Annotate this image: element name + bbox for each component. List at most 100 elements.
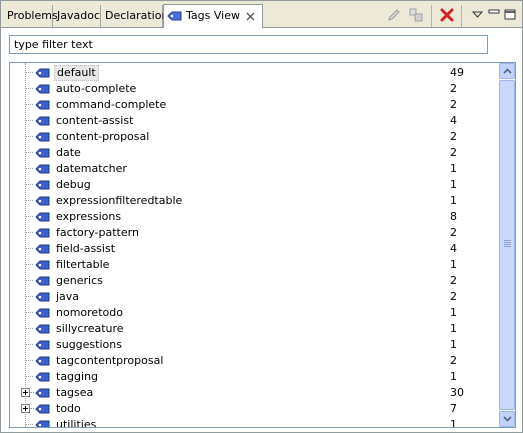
tag-name: utilities bbox=[56, 418, 97, 427]
tag-name: datematcher bbox=[56, 162, 127, 175]
tree-branch-line bbox=[25, 88, 33, 89]
tag-icon bbox=[35, 228, 50, 238]
tab-declaration[interactable]: Declaration bbox=[101, 5, 168, 27]
tag-row[interactable]: tagsea 30 bbox=[10, 385, 498, 401]
tag-row[interactable]: command-complete 2 bbox=[10, 97, 498, 113]
tag-count: 2 bbox=[450, 226, 457, 239]
tag-name: tagging bbox=[56, 370, 99, 383]
tree-branch-line bbox=[25, 376, 33, 377]
tag-icon bbox=[35, 356, 50, 366]
tag-name: generics bbox=[56, 274, 103, 287]
tag-name: sillycreature bbox=[56, 322, 124, 335]
tag-icon bbox=[167, 11, 182, 21]
tag-row[interactable]: expressionfilteredtable 1 bbox=[10, 193, 498, 209]
scroll-grip bbox=[504, 246, 511, 247]
tag-count: 2 bbox=[450, 146, 457, 159]
tag-row[interactable]: filtertable 1 bbox=[10, 257, 498, 273]
tag-count: 4 bbox=[450, 114, 457, 127]
tag-icon bbox=[35, 100, 50, 110]
tab-label: Problems bbox=[7, 9, 58, 22]
tag-row[interactable]: generics 2 bbox=[10, 273, 498, 289]
tag-row[interactable]: tagging 1 bbox=[10, 369, 498, 385]
tree-branch-line bbox=[25, 280, 33, 281]
tag-row[interactable]: datematcher 1 bbox=[10, 161, 498, 177]
expand-toggle-icon[interactable] bbox=[21, 404, 30, 413]
tag-row[interactable]: content-proposal 2 bbox=[10, 129, 498, 145]
tree-branch-line bbox=[25, 264, 33, 265]
tag-name: field-assist bbox=[56, 242, 116, 255]
scroll-down-button[interactable] bbox=[499, 411, 515, 427]
tag-row[interactable]: java 2 bbox=[10, 289, 498, 305]
tag-count: 2 bbox=[450, 130, 457, 143]
tag-count: 2 bbox=[450, 290, 457, 303]
tag-icon bbox=[35, 244, 50, 254]
rename-tags-icon[interactable] bbox=[407, 6, 425, 24]
delete-icon[interactable] bbox=[438, 6, 456, 24]
toolbar-separator bbox=[431, 5, 432, 27]
scroll-grip bbox=[504, 242, 511, 243]
close-icon[interactable] bbox=[246, 12, 255, 21]
tree-branch-line bbox=[25, 344, 33, 345]
edit-pencil-icon[interactable] bbox=[385, 6, 403, 24]
tag-row[interactable]: content-assist 4 bbox=[10, 113, 498, 129]
tab-tags-view[interactable]: Tags View bbox=[163, 4, 263, 28]
tree-branch-line bbox=[25, 168, 33, 169]
tree-branch-line bbox=[25, 152, 33, 153]
tag-count: 2 bbox=[450, 274, 457, 287]
tag-count: 1 bbox=[450, 338, 457, 351]
scroll-grip bbox=[504, 240, 511, 241]
tag-count: 1 bbox=[450, 194, 457, 207]
tag-count: 2 bbox=[450, 354, 457, 367]
tag-row[interactable]: utilities 1 bbox=[10, 417, 498, 427]
tag-count: 8 bbox=[450, 210, 457, 223]
tag-row[interactable]: factory-pattern 2 bbox=[10, 225, 498, 241]
filter-input[interactable] bbox=[9, 35, 488, 54]
tag-icon bbox=[35, 260, 50, 270]
tree-branch-line bbox=[25, 72, 33, 73]
tag-count: 7 bbox=[450, 402, 457, 415]
tree-branch-line bbox=[25, 360, 33, 361]
tag-icon bbox=[35, 276, 50, 286]
tag-row[interactable]: debug 1 bbox=[10, 177, 498, 193]
tag-icon bbox=[35, 164, 50, 174]
tag-icon bbox=[35, 212, 50, 222]
tag-row[interactable]: auto-complete 2 bbox=[10, 81, 498, 97]
tag-row[interactable]: field-assist 4 bbox=[10, 241, 498, 257]
tag-count: 1 bbox=[450, 306, 457, 319]
tag-row[interactable]: nomoretodo 1 bbox=[10, 305, 498, 321]
tab-problems[interactable]: Problems bbox=[3, 5, 58, 27]
tag-count: 2 bbox=[450, 82, 457, 95]
tag-count: 49 bbox=[450, 66, 464, 79]
tag-row[interactable]: sillycreature 1 bbox=[10, 321, 498, 337]
tag-row[interactable]: suggestions 1 bbox=[10, 337, 498, 353]
tag-icon bbox=[35, 116, 50, 126]
tab-javadoc[interactable]: Javadoc bbox=[53, 5, 101, 27]
expand-toggle-icon[interactable] bbox=[21, 388, 30, 397]
tag-count: 1 bbox=[450, 258, 457, 271]
chevron-down-icon bbox=[503, 416, 512, 422]
tag-row[interactable]: tagcontentproposal 2 bbox=[10, 353, 498, 369]
scroll-thumb[interactable] bbox=[499, 80, 515, 410]
tag-icon bbox=[35, 340, 50, 350]
tag-name: tagsea bbox=[56, 386, 94, 399]
tag-icon bbox=[35, 404, 50, 414]
tag-name: content-proposal bbox=[56, 130, 150, 143]
view-menu-icon[interactable] bbox=[469, 6, 487, 24]
tree-branch-line bbox=[25, 216, 33, 217]
tag-row[interactable]: expressions 8 bbox=[10, 209, 498, 225]
tag-icon bbox=[35, 84, 50, 94]
maximize-icon[interactable] bbox=[502, 6, 520, 24]
tag-icon bbox=[35, 324, 50, 334]
tag-row[interactable]: todo 7 bbox=[10, 401, 498, 417]
tag-icon bbox=[35, 292, 50, 302]
tag-count: 1 bbox=[450, 178, 457, 191]
scroll-up-button[interactable] bbox=[499, 63, 515, 79]
tree-branch-line bbox=[25, 248, 33, 249]
tags-tree: default 49 auto-complete 2 command-complete 2… bbox=[9, 62, 516, 428]
tag-icon bbox=[35, 308, 50, 318]
tag-row[interactable]: default 49 bbox=[10, 65, 498, 81]
tag-name: date bbox=[56, 146, 81, 159]
tag-count: 1 bbox=[450, 418, 457, 427]
vertical-scrollbar[interactable] bbox=[499, 63, 515, 427]
tag-row[interactable]: date 2 bbox=[10, 145, 498, 161]
